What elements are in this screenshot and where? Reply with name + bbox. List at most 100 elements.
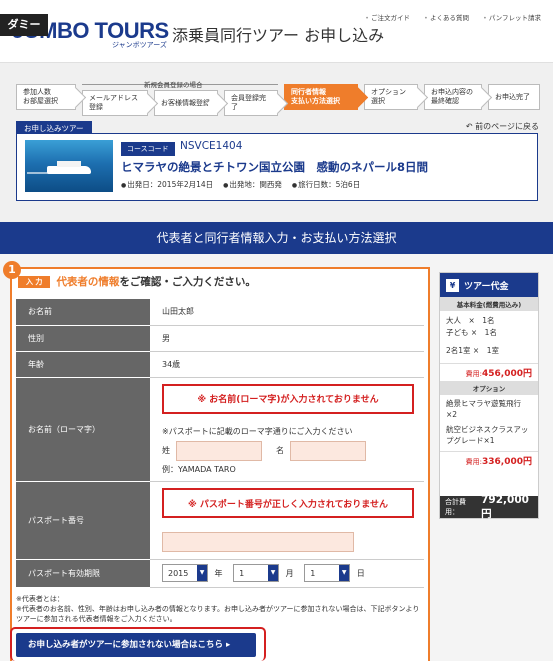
input-tag: 入 力	[18, 275, 51, 288]
yen-icon: ¥	[446, 278, 459, 292]
roman-name-label: お名前（ローマ字）	[16, 377, 150, 482]
expiry-year-value: 2015	[168, 568, 189, 578]
roman-name-example: 例：YAMADA TARO	[162, 464, 236, 474]
chevron-down-icon: ▼	[339, 565, 350, 581]
month-unit: 月	[285, 568, 294, 578]
age-value: 34歳	[150, 351, 424, 378]
step-customer-info: お客様情報登録	[154, 90, 218, 116]
passport-number-cell: ※ パスポート番号が正しく入力されておりません	[150, 481, 424, 560]
back-link-label: 前のページに戻る	[475, 122, 539, 131]
step-companion-payment: 同行者情報 支払い方法選択	[284, 84, 358, 110]
passport-number-input[interactable]	[162, 532, 354, 552]
not-joining-button[interactable]: お申し込み者がツアーに参加されない場合はこちら ▸	[16, 633, 256, 657]
departure-date: 出発日：2015年2月14日	[121, 179, 213, 190]
dummy-badge: ダミー	[0, 14, 48, 36]
price-header: ¥ ツアー代金	[440, 273, 538, 297]
step-options: オプション 選択	[364, 84, 418, 110]
note-body: ※代表者のお名前、性別、年齢はお申し込み者の情報となります。お申し込み者がツアー…	[16, 605, 420, 624]
expiry-day-value: 1	[310, 568, 316, 578]
passport-number-label: パスポート番号	[16, 481, 150, 560]
name-label: お名前	[16, 299, 150, 326]
cruise-ship-image	[25, 140, 113, 192]
chevron-down-icon: ▼	[197, 565, 207, 581]
roman-name-cell: ※ お名前(ローマ字)が入力されておりません ※パスポートに記載のローマ字通りに…	[150, 377, 424, 482]
order-guide-link[interactable]: ご注文ガイド	[365, 12, 410, 22]
step-email-registration: メールアドレス登録	[82, 90, 148, 116]
top-links: ご注文ガイド よくある質問 パンフレット請求	[365, 12, 541, 22]
faq-link[interactable]: よくある質問	[424, 12, 469, 22]
logo-subtitle: ジャンボツアーズ	[112, 41, 167, 49]
course-code-tag: コースコード	[121, 142, 175, 156]
pamphlet-request-link[interactable]: パンフレット請求	[483, 12, 541, 22]
form-heading-text: 代表者の情報をご確認・ご入力ください。	[56, 274, 256, 289]
note-title: ※代表者とは：	[16, 595, 64, 603]
option-cost-label: 費用:	[465, 457, 482, 466]
roman-name-error: ※ お名前(ローマ字)が入力されておりません	[162, 383, 414, 414]
chevron-down-icon: ▼	[268, 565, 279, 581]
heading-rest: をご確認・ご入力ください。	[119, 276, 256, 288]
total-value: 792,000円	[481, 493, 529, 520]
option-cost-value: 336,000円	[482, 456, 532, 467]
site-title: 添乗員同行ツアー お申し込み	[172, 26, 385, 45]
roman-name-inputs: 姓 名	[162, 440, 424, 461]
table-row: パスポート番号 ※ パスポート番号が正しく入力されておりません	[16, 481, 424, 560]
form-heading: 入 力 代表者の情報をご確認・ご入力ください。	[18, 274, 256, 289]
tour-info: 出発日：2015年2月14日 出発地：関西発 旅行日数：5泊6日	[121, 179, 360, 190]
price-summary: ¥ ツアー代金 基本料金(燃費用込み) 大人 × 1名 子ども × 1名 2名1…	[439, 272, 539, 520]
step-complete: お申込完了	[488, 84, 540, 110]
tour-summary: コースコード NSVCE1404 ヒマラヤの絶景とチトワン国立公園 感動のネパー…	[16, 133, 538, 201]
passport-expiry-cell: 2015 ▼ 年 1 ▼ 月 1 ▼ 日	[150, 559, 424, 588]
given-name-label: 名	[276, 446, 284, 455]
roman-name-hint: ※パスポートに記載のローマ字通りにご入力ください	[162, 426, 353, 436]
expiry-day-select[interactable]: 1 ▼	[304, 564, 351, 582]
step-member-complete: 会員登録完了	[224, 90, 278, 116]
price-title: ツアー代金	[464, 281, 509, 292]
new-member-note: 新規会員登録の場合	[144, 81, 203, 89]
trip-days: 旅行日数：5泊6日	[292, 179, 360, 190]
step-number-badge: 1	[3, 261, 21, 279]
adult-count: 大人 × 1名	[446, 316, 495, 325]
option-label: オプション	[440, 381, 538, 395]
surname-label: 姓	[162, 446, 170, 455]
expiry-month-select[interactable]: 1 ▼	[233, 564, 280, 582]
step-final-confirm: お申込内容の 最終確認	[424, 84, 482, 110]
price-total: 合計費用： 792,000円	[440, 493, 538, 520]
option-1: 絶景ヒマラヤ遊覧飛行×2	[446, 399, 521, 419]
back-link[interactable]: ↶ 前のページに戻る	[466, 121, 539, 132]
year-unit: 年	[214, 568, 223, 578]
expiry-year-select[interactable]: 2015 ▼	[162, 564, 208, 582]
ship-shape	[47, 161, 91, 174]
name-value: 山田太郎	[150, 299, 424, 326]
step-party-size: 参加人数 お部屋選択	[16, 84, 76, 110]
surname-input[interactable]	[176, 440, 262, 461]
basic-cost-label: 費用:	[465, 370, 482, 378]
passport-number-error: ※ パスポート番号が正しく入力されておりません	[162, 488, 414, 518]
back-arrow-icon: ↶	[465, 122, 476, 131]
representative-table: お名前 山田太郎 性別 男 年齢 34歳 お名前（ローマ字） ※ お名前(ローマ…	[16, 299, 424, 588]
basic-cost-value: 456,000円	[482, 369, 532, 379]
table-row: 性別 男	[16, 325, 424, 352]
tour-title: ヒマラヤの絶景とチトワン国立公園 感動のネパール8日間	[121, 160, 428, 174]
passport-expiry-label: パスポート有効期限	[16, 559, 150, 588]
site-header: JUMBO TOURS ジャンボツアーズ ダミー 添乗員同行ツアー お申し込み …	[0, 0, 553, 62]
given-name-input[interactable]	[290, 440, 366, 461]
child-count: 子ども × 1名	[446, 328, 497, 337]
option-2: 航空ビジネスクラスアップグレード×1	[446, 424, 529, 445]
section-title: 代表者と同行者情報入力・お支払い方法選択	[0, 222, 553, 254]
age-label: 年齢	[16, 351, 150, 378]
table-row: お名前 山田太郎	[16, 299, 424, 326]
total-label: 合計費用：	[445, 498, 466, 516]
room-count: 2名1室 × 1室	[446, 346, 499, 355]
day-unit: 日	[356, 568, 365, 578]
basic-fee-label: 基本料金(燃費用込み)	[440, 297, 538, 311]
gender-value: 男	[150, 325, 424, 352]
course-code: NSVCE1404	[180, 140, 243, 152]
table-row: 年齢 34歳	[16, 351, 424, 378]
representative-note: ※代表者とは： ※代表者のお名前、性別、年齢はお申し込み者の情報となります。お申…	[16, 594, 424, 624]
basic-fee-details: 大人 × 1名 子ども × 1名 2名1室 × 1室	[440, 311, 538, 357]
table-row: パスポート有効期限 2015 ▼ 年 1 ▼ 月 1 ▼ 日	[16, 559, 424, 588]
gender-label: 性別	[16, 325, 150, 352]
basic-cost: 費用:456,000円	[440, 363, 538, 381]
heading-emphasis: 代表者の情報	[56, 276, 120, 288]
option-cost: 費用:336,000円	[440, 450, 538, 469]
